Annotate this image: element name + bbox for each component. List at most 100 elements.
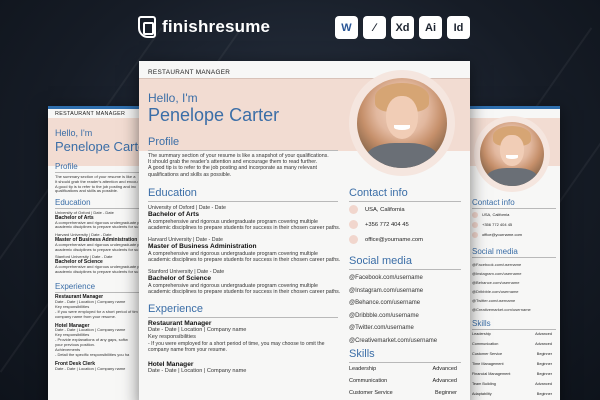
pages-format-icon: ∕ xyxy=(363,16,386,39)
divider xyxy=(472,257,556,258)
profile-line: qualifications and skills as possible. xyxy=(55,188,118,194)
email-icon xyxy=(349,235,358,244)
skill-name: Leadership xyxy=(349,366,377,372)
skill-row: Team Building Advanced xyxy=(472,382,552,386)
skill-row: Communication Advanced xyxy=(472,342,552,346)
exp-title: Restaurant Manager xyxy=(148,320,212,327)
skill-level: Advanced xyxy=(535,342,552,346)
edu-desc: academic disciplines to prepare students… xyxy=(148,288,341,295)
social-list: @Facebook.com/username @Instagram.com/us… xyxy=(472,260,531,314)
profile-photo xyxy=(480,122,544,186)
skill-level: Beginner xyxy=(536,362,552,366)
experience-heading: Experience xyxy=(148,303,204,315)
exp-bullet: company name from your resume. xyxy=(148,347,227,354)
skill-row: Leadership Advanced xyxy=(349,366,457,372)
skill-name: Adaptability xyxy=(472,392,492,396)
social-link: @Creativemarket.com/username xyxy=(349,337,438,344)
divider xyxy=(349,201,461,202)
social-link: @Twitter.com/username xyxy=(349,325,414,332)
edu-degree: Bachelor of Arts xyxy=(148,211,200,219)
exp-meta: Date - Date | Location | Company name xyxy=(55,365,126,371)
profile-text: The summary section of your resume is li… xyxy=(55,174,138,194)
social-heading: Social media xyxy=(349,255,412,267)
skill-name: Leadership xyxy=(472,332,491,336)
contact-heading: Contact info xyxy=(472,198,515,207)
skill-row: Leadership Advanced xyxy=(472,332,552,336)
profile-line: A good tip is to refer to the job postin… xyxy=(148,165,318,172)
experience-list: Restaurant Manager Date - Date | Locatio… xyxy=(55,295,138,372)
profile-text: The summary section of your resume is li… xyxy=(148,153,329,178)
contact-phone: +356 772 404 45 xyxy=(482,222,513,227)
skill-level: Advanced xyxy=(535,332,552,336)
social-link: @Dribbble.com/username xyxy=(472,289,519,294)
divider xyxy=(148,201,338,202)
skill-level: Beginner xyxy=(536,392,552,396)
social-heading: Social media xyxy=(472,247,518,256)
social-link: @Creativemarket.com/username xyxy=(472,307,531,312)
resume-sheet-right: Contact info USA, California +356 772 40… xyxy=(460,106,560,400)
illustrator-format-icon: Ai xyxy=(419,16,442,39)
skill-level: Advanced xyxy=(432,366,457,372)
divider xyxy=(148,317,338,318)
greeting: Hello, I'm xyxy=(55,128,93,138)
sheet-top-bar xyxy=(460,106,560,109)
social-link: @Instagram.com/username xyxy=(472,271,522,276)
exp-title: Hotel Manager xyxy=(148,360,194,368)
education-heading: Education xyxy=(148,187,197,199)
xd-format-icon: Xd xyxy=(391,16,414,39)
skill-level: Advanced xyxy=(432,378,457,384)
skill-row: Communication Advanced xyxy=(349,378,457,384)
exp-achievement-text: - Detail the specific responsibilities y… xyxy=(55,351,130,357)
skill-row: Time Management Beginner xyxy=(472,362,552,366)
social-link: @Behance.com/username xyxy=(349,300,421,307)
profile-heading: Profile xyxy=(148,136,180,148)
edu-desc: academic disciplines to prepare students… xyxy=(148,224,341,231)
divider xyxy=(472,208,556,209)
social-link: @Dribbble.com/username xyxy=(349,312,419,319)
full-name: Penelope Carter xyxy=(148,105,280,125)
contact-phone: +356 772 404 45 xyxy=(365,222,409,228)
skill-name: Customer Service xyxy=(349,390,393,396)
skill-row: Adaptability Beginner xyxy=(472,392,552,396)
profile-photo xyxy=(357,78,447,168)
finishresume-logo-icon xyxy=(138,16,156,38)
social-link: @Twitter.com/username xyxy=(472,298,516,303)
skill-level: Beginner xyxy=(536,372,552,376)
divider xyxy=(472,329,556,330)
skills-heading: Skills xyxy=(472,319,491,328)
exp-meta: Date - Date | Location | Company name xyxy=(148,327,247,334)
skill-name: Financial Management xyxy=(472,372,511,376)
greeting: Hello, I'm xyxy=(148,91,198,105)
edu-desc: A comprehensive and rigorous undergradua… xyxy=(148,250,318,257)
location-icon xyxy=(472,212,478,218)
edu-desc: A comprehensive and rigorous undergradua… xyxy=(148,282,318,289)
social-link: @Facebook.com/username xyxy=(349,275,423,281)
role-title: RESTAURANT MANAGER xyxy=(55,111,126,117)
edu-desc: A comprehensive and rigorous undergradua… xyxy=(148,218,318,225)
experience-list: Restaurant Manager Date - Date | Locatio… xyxy=(148,320,324,375)
skill-level: Beginner xyxy=(434,390,457,396)
contact-email: office@yourname.com xyxy=(482,232,523,237)
contact-email: office@yourname.com xyxy=(365,237,423,243)
skill-level: Beginner xyxy=(536,352,552,356)
divider xyxy=(349,269,461,270)
contact-heading: Contact info xyxy=(349,187,408,199)
skill-name: Customer Service xyxy=(472,352,503,356)
skills-heading: Skills xyxy=(349,348,375,360)
brand: finishresume xyxy=(138,16,270,38)
divider xyxy=(349,362,461,363)
contact-location: USA, California xyxy=(365,207,405,213)
skill-row: Customer Service Beginner xyxy=(472,352,552,356)
edu-degree: Bachelor of Science xyxy=(148,275,212,283)
skill-name: Time Management xyxy=(472,362,504,366)
experience-heading: Experience xyxy=(55,282,96,291)
phone-icon xyxy=(349,220,358,229)
exp-meta: Date - Date | Location | Company name xyxy=(148,368,247,375)
social-link: @Facebook.com/username xyxy=(472,262,522,267)
edu-desc: academic disciplines to prepare students… xyxy=(55,246,139,252)
format-badges: W ∕ Xd Ai Id xyxy=(335,16,470,39)
edu-desc: academic disciplines to prepare students… xyxy=(55,224,139,230)
phone-icon xyxy=(472,222,478,228)
skill-name: Team Building xyxy=(472,382,496,386)
profile-line: qualifications and skills as possible. xyxy=(148,171,232,178)
